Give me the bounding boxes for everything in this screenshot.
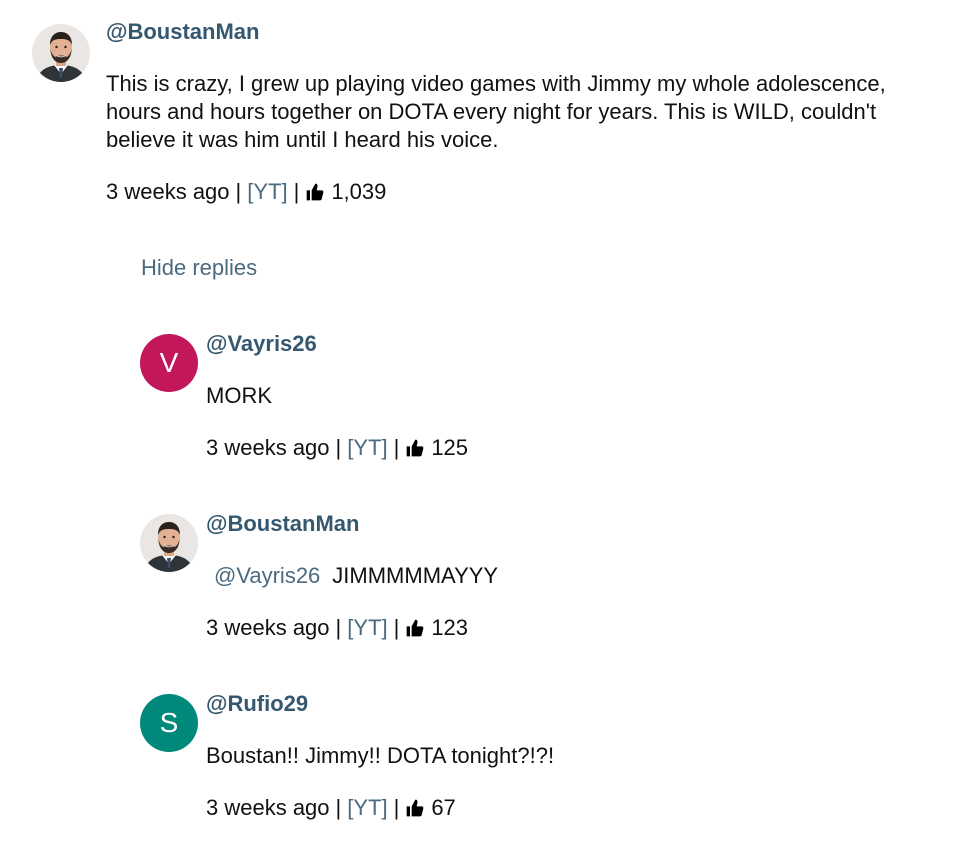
comment-time: 3 weeks ago (106, 179, 230, 204)
reply-author[interactable]: @Rufio29 (206, 691, 308, 717)
separator: | (393, 435, 400, 460)
reply-meta: 3 weeks ago | [YT] | 123 (206, 615, 468, 641)
reply-text: JIMMMMMAYYY (332, 563, 499, 588)
comment-text: This is crazy, I grew up playing video g… (106, 71, 886, 152)
reply-text-line: @Vayris26 JIMMMMMAYYY (206, 562, 498, 590)
yt-link[interactable]: [YT] (347, 615, 387, 641)
comments-thread: @BoustanMan This is crazy, I grew up pla… (0, 0, 957, 844)
avatar[interactable]: S (140, 694, 198, 752)
separator: | (335, 435, 342, 460)
reply-meta: 3 weeks ago | [YT] | 67 (206, 795, 456, 821)
like-count: 67 (431, 795, 456, 820)
separator: | (335, 795, 342, 820)
yt-link[interactable]: [YT] (347, 795, 387, 821)
reply-time: 3 weeks ago (206, 615, 330, 640)
avatar[interactable]: V (140, 334, 198, 392)
profile-photo-icon (140, 514, 198, 572)
separator: | (235, 179, 242, 204)
separator: | (393, 795, 400, 820)
like-count: 1,039 (331, 179, 387, 204)
comment-author[interactable]: @BoustanMan (106, 19, 259, 45)
reply-text: MORK (206, 383, 272, 408)
avatar-letter: S (159, 707, 179, 738)
hide-replies-button[interactable]: Hide replies (141, 255, 257, 281)
thumbs-up-icon (405, 618, 425, 638)
avatar[interactable] (140, 514, 198, 572)
mention-link[interactable]: @Vayris26 (214, 563, 320, 588)
reply-author[interactable]: @BoustanMan (206, 511, 359, 537)
like-count: 123 (431, 615, 469, 640)
like-count: 125 (431, 435, 469, 460)
yt-link[interactable]: [YT] (247, 179, 287, 205)
reply-text: Boustan!! Jimmy!! DOTA tonight?!?! (206, 743, 555, 768)
reply-time: 3 weeks ago (206, 795, 330, 820)
separator: | (293, 179, 300, 204)
yt-link[interactable]: [YT] (347, 435, 387, 461)
profile-photo-icon (32, 24, 90, 82)
thumbs-up-icon (405, 438, 425, 458)
thumbs-up-icon (305, 182, 325, 202)
reply-time: 3 weeks ago (206, 435, 330, 460)
separator: | (393, 615, 400, 640)
reply-meta: 3 weeks ago | [YT] | 125 (206, 435, 468, 461)
avatar-letter: V (159, 347, 179, 378)
thumbs-up-icon (405, 798, 425, 818)
reply-author[interactable]: @Vayris26 (206, 331, 317, 357)
separator: | (335, 615, 342, 640)
comment-meta: 3 weeks ago | [YT] | 1,039 (106, 179, 386, 205)
avatar[interactable] (32, 24, 90, 82)
